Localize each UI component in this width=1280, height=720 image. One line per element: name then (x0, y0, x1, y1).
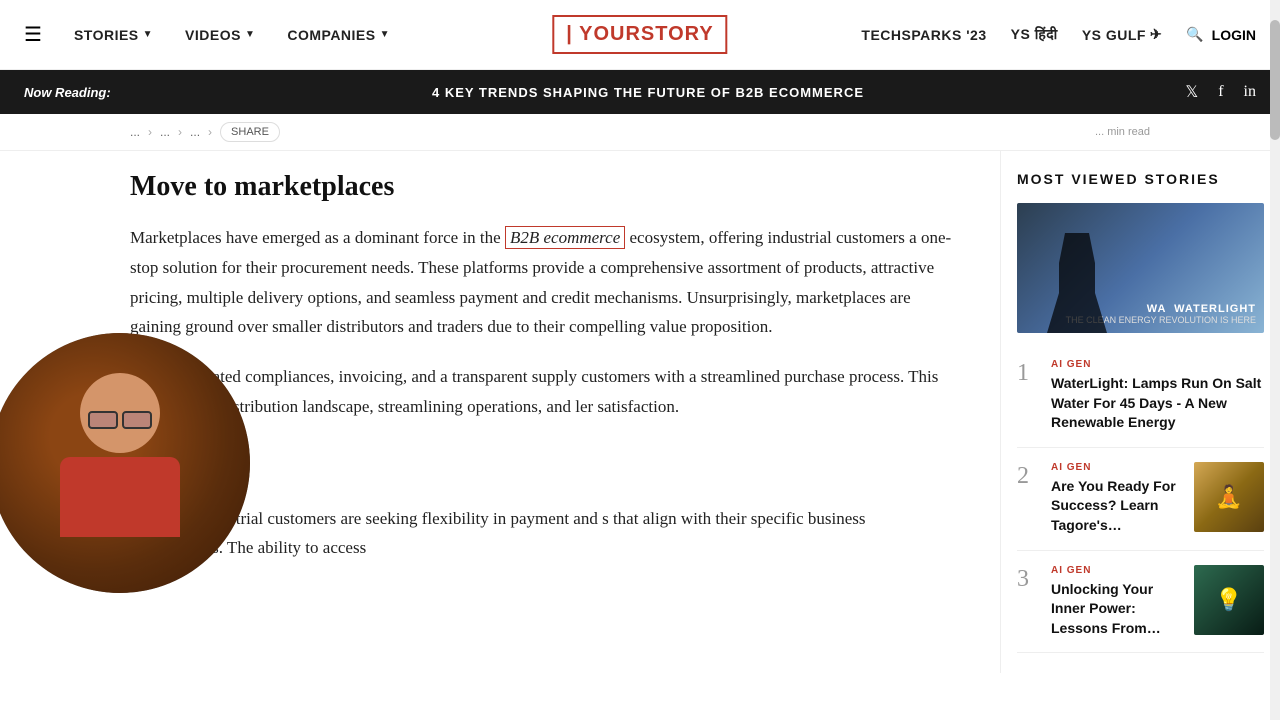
breadcrumb-item[interactable]: ... (190, 125, 200, 139)
nav-ys-gulf[interactable]: YS GULF ✈ (1082, 26, 1162, 43)
story-item-1[interactable]: 1 AI GEN WaterLight: Lamps Run On Salt W… (1017, 345, 1264, 448)
b2b-ecommerce-link[interactable]: B2B ecommerce (505, 226, 625, 249)
video-bubble (0, 333, 250, 593)
nav-techsparks[interactable]: TECHSPARKS '23 (861, 27, 986, 43)
search-icon: 🔍 (1186, 26, 1203, 43)
breadcrumb-separator: › (148, 125, 152, 139)
logo-container[interactable]: | YOURSTORY (552, 15, 727, 54)
nav-companies[interactable]: COMPANIES ▼ (287, 27, 390, 43)
story-number-1: 1 (1017, 361, 1041, 385)
breadcrumb-item[interactable]: ... (160, 125, 170, 139)
search-login-button[interactable]: 🔍 LOGIN (1186, 26, 1256, 43)
scrollbar[interactable] (1270, 0, 1280, 720)
person-silhouette (50, 373, 190, 553)
now-reading-label: Now Reading: (24, 85, 111, 100)
sidebar-title: MOST VIEWED STORIES (1017, 171, 1264, 187)
article-subheading: e credit (130, 452, 960, 494)
breadcrumb-separator: › (208, 125, 212, 139)
story-thumb-3: 💡 (1194, 565, 1264, 635)
glass-left (88, 411, 118, 429)
sidebar-featured-image[interactable]: WA WATERLIGHT THE CLEAN ENERGY REVOLUTIO… (1017, 203, 1264, 333)
glass-right (122, 411, 152, 429)
breadcrumb-separator: › (178, 125, 182, 139)
logo-box: | YOURSTORY (552, 15, 727, 54)
article-body: Marketplaces have emerged as a dominant … (130, 223, 960, 563)
story-content-2: AI GEN Are You Ready For Success? Learn … (1051, 462, 1184, 536)
plane-icon: ✈ (1150, 26, 1162, 43)
breadcrumb: ... › ... › ... › SHARE ... min read (0, 114, 1280, 151)
article-paragraph-3: venience, industrial customers are seeki… (130, 504, 960, 564)
breadcrumb-item[interactable]: ... (130, 125, 140, 139)
chevron-down-icon: ▼ (143, 29, 153, 40)
sidebar: MOST VIEWED STORIES WA WATERLIGHT THE CL… (1000, 151, 1280, 673)
story-thumb-2: 🧘 (1194, 462, 1264, 532)
social-share-bar: 𝕏 f in (1185, 82, 1256, 102)
thumb-image-2: 🧘 (1194, 462, 1264, 532)
facebook-icon[interactable]: f (1218, 83, 1223, 101)
story-headline-2: Are You Ready For Success? Learn Tagore'… (1051, 477, 1184, 536)
main-nav: ☰ STORIES ▼ VIDEOS ▼ COMPANIES ▼ | YOURS… (0, 0, 1280, 70)
story-tag-2: AI GEN (1051, 462, 1184, 473)
story-number-3: 3 (1017, 567, 1041, 591)
twitter-icon[interactable]: 𝕏 (1185, 82, 1198, 102)
article-section: Move to marketplaces Marketplaces have e… (0, 151, 1000, 673)
nav-videos[interactable]: VIDEOS ▼ (185, 27, 255, 43)
reading-bar-title: 4 KEY TRENDS SHAPING THE FUTURE OF B2B E… (111, 85, 1186, 100)
face-head (80, 373, 160, 453)
glasses (88, 411, 152, 429)
story-item-3[interactable]: 3 AI GEN Unlocking Your Inner Power: Les… (1017, 551, 1264, 654)
video-bubble-inner (0, 333, 250, 593)
image-silhouette (1047, 233, 1107, 333)
story-content-3: AI GEN Unlocking Your Inner Power: Lesso… (1051, 565, 1184, 639)
linkedin-icon[interactable]: in (1244, 83, 1256, 101)
share-button[interactable]: SHARE (220, 122, 280, 142)
hamburger-menu-icon[interactable]: ☰ (24, 22, 42, 47)
main-content: Move to marketplaces Marketplaces have e… (0, 151, 1280, 673)
nav-ys-hindi[interactable]: YS हिंदी (1011, 25, 1058, 44)
story-tag-1: AI GEN (1051, 359, 1264, 370)
site-logo: | YOURSTORY (566, 23, 713, 46)
story-item-2[interactable]: 2 AI GEN Are You Ready For Success? Lear… (1017, 448, 1264, 551)
article-paragraph-2: ilitate integrated compliances, invoicin… (130, 362, 960, 422)
story-number-2: 2 (1017, 464, 1041, 488)
story-headline-1: WaterLight: Lamps Run On Salt Water For … (1051, 374, 1264, 433)
article-heading: Move to marketplaces (130, 171, 960, 203)
nav-stories[interactable]: STORIES ▼ (74, 27, 153, 43)
thumb-image-3: 💡 (1194, 565, 1264, 635)
reading-bar: Now Reading: 4 KEY TRENDS SHAPING THE FU… (0, 70, 1280, 114)
story-tag-3: AI GEN (1051, 565, 1184, 576)
chevron-down-icon: ▼ (245, 29, 255, 40)
article-paragraph-1: Marketplaces have emerged as a dominant … (130, 223, 960, 342)
read-time: ... min read (1095, 126, 1150, 138)
shirt (60, 457, 180, 537)
story-headline-3: Unlocking Your Inner Power: Lessons From… (1051, 580, 1184, 639)
story-content-1: AI GEN WaterLight: Lamps Run On Salt Wat… (1051, 359, 1264, 433)
chevron-down-icon: ▼ (380, 29, 390, 40)
scrollbar-thumb[interactable] (1270, 20, 1280, 140)
